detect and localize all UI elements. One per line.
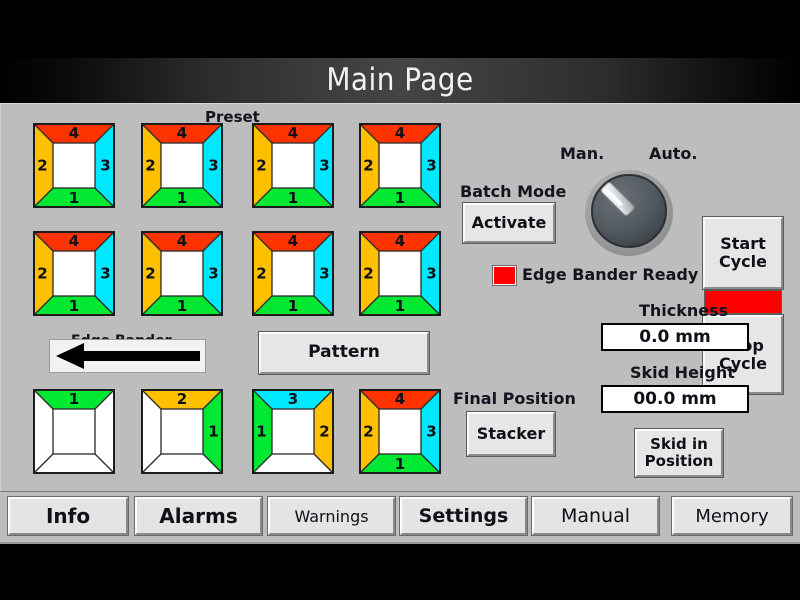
sequence-tile-4[interactable]: 4 3 1 2 xyxy=(359,389,441,474)
svg-text:1: 1 xyxy=(69,189,79,207)
final-position-label: Final Position xyxy=(453,389,576,408)
svg-text:2: 2 xyxy=(37,157,47,175)
sequence-tile-1[interactable]: 1 xyxy=(33,389,115,474)
skid-height-label: Skid Height xyxy=(630,363,735,382)
svg-text:1: 1 xyxy=(177,189,187,207)
svg-text:4: 4 xyxy=(177,124,187,142)
svg-text:4: 4 xyxy=(69,124,79,142)
thickness-label: Thickness xyxy=(639,301,729,320)
title-bar: Main Page xyxy=(0,58,800,104)
selector-man-label: Man. xyxy=(560,144,605,163)
preset-tile-1[interactable]: 4 3 1 2 xyxy=(33,123,115,208)
skid-height-readout[interactable]: 00.0 mm xyxy=(601,385,749,413)
batch-mode-activate-button[interactable]: Activate xyxy=(463,203,555,243)
knob-icon xyxy=(585,170,673,256)
svg-text:4: 4 xyxy=(395,390,405,408)
svg-text:1: 1 xyxy=(288,189,298,207)
svg-text:1: 1 xyxy=(69,297,79,315)
svg-text:3: 3 xyxy=(426,423,436,441)
svg-text:2: 2 xyxy=(256,265,266,283)
svg-text:2: 2 xyxy=(363,157,373,175)
start-cycle-line2: Cycle xyxy=(719,252,767,271)
skid-in-position-button[interactable]: Skid in Position xyxy=(635,429,723,477)
edge-bander-ready-lamp xyxy=(492,265,517,286)
pattern-button[interactable]: Pattern xyxy=(259,332,429,374)
svg-text:3: 3 xyxy=(426,265,436,283)
tab-info[interactable]: Info xyxy=(8,497,128,535)
preset-tile-6[interactable]: 4 3 1 2 xyxy=(141,231,223,316)
selector-auto-label: Auto. xyxy=(649,144,698,163)
preset-tile-3[interactable]: 4 3 1 2 xyxy=(252,123,334,208)
svg-text:3: 3 xyxy=(208,265,218,283)
stacker-button[interactable]: Stacker xyxy=(467,412,555,456)
svg-text:3: 3 xyxy=(208,157,218,175)
tab-alarms[interactable]: Alarms xyxy=(135,497,262,535)
skid-button-line1: Skid in xyxy=(650,435,708,454)
svg-text:3: 3 xyxy=(319,265,329,283)
svg-text:2: 2 xyxy=(319,423,329,441)
svg-text:3: 3 xyxy=(288,390,298,408)
svg-text:1: 1 xyxy=(256,423,266,441)
tab-bar: Info Alarms Warnings Settings Manual Mem… xyxy=(0,491,800,544)
start-cycle-line1: Start xyxy=(720,234,766,254)
svg-text:2: 2 xyxy=(363,423,373,441)
preset-tile-8[interactable]: 4 3 1 2 xyxy=(359,231,441,316)
svg-text:2: 2 xyxy=(37,265,47,283)
main-panel: Preset 4312 4312 4312 4312 4312 4312 431… xyxy=(0,103,800,492)
thickness-readout[interactable]: 0.0 mm xyxy=(601,323,749,351)
sequence-tile-3[interactable]: 3 2 1 xyxy=(252,389,334,474)
hmi-screen: Main Page Preset 4312 4312 4312 4312 431… xyxy=(0,0,800,600)
svg-text:1: 1 xyxy=(395,189,405,207)
svg-text:2: 2 xyxy=(145,265,155,283)
preset-tile-4[interactable]: 4 3 1 2 xyxy=(359,123,441,208)
svg-text:4: 4 xyxy=(395,124,405,142)
svg-text:1: 1 xyxy=(177,297,187,315)
svg-text:2: 2 xyxy=(177,390,187,408)
svg-text:2: 2 xyxy=(363,265,373,283)
tab-settings[interactable]: Settings xyxy=(400,497,527,535)
svg-text:4: 4 xyxy=(69,232,79,250)
svg-text:3: 3 xyxy=(100,265,110,283)
sequence-tile-2[interactable]: 21 xyxy=(141,389,223,474)
svg-text:2: 2 xyxy=(145,157,155,175)
tab-warnings[interactable]: Warnings xyxy=(268,497,395,535)
svg-text:1: 1 xyxy=(69,390,79,408)
svg-text:3: 3 xyxy=(100,157,110,175)
tab-memory[interactable]: Memory xyxy=(672,497,792,535)
svg-text:4: 4 xyxy=(395,232,405,250)
mode-selector-knob[interactable] xyxy=(579,164,679,259)
batch-mode-label: Batch Mode xyxy=(460,182,567,201)
skid-button-line2: Position xyxy=(644,452,714,470)
svg-text:1: 1 xyxy=(208,423,218,441)
page-title: Main Page xyxy=(326,62,474,98)
svg-text:4: 4 xyxy=(288,232,298,250)
edge-bander-ready-label: Edge Bander Ready xyxy=(522,265,699,284)
svg-text:1: 1 xyxy=(288,297,298,315)
svg-text:3: 3 xyxy=(319,157,329,175)
svg-text:1: 1 xyxy=(395,455,405,473)
svg-text:3: 3 xyxy=(426,157,436,175)
svg-text:1: 1 xyxy=(395,297,405,315)
edge-bander-direction-indicator xyxy=(49,339,206,373)
svg-text:2: 2 xyxy=(256,157,266,175)
preset-tile-7[interactable]: 4 3 1 2 xyxy=(252,231,334,316)
tab-manual[interactable]: Manual xyxy=(532,497,659,535)
start-cycle-button[interactable]: Start Cycle xyxy=(703,217,783,289)
svg-text:4: 4 xyxy=(288,124,298,142)
preset-tile-2[interactable]: 4 3 1 2 xyxy=(141,123,223,208)
svg-text:4: 4 xyxy=(177,232,187,250)
preset-tile-5[interactable]: 4 3 1 2 xyxy=(33,231,115,316)
arrow-left-icon xyxy=(56,343,200,369)
